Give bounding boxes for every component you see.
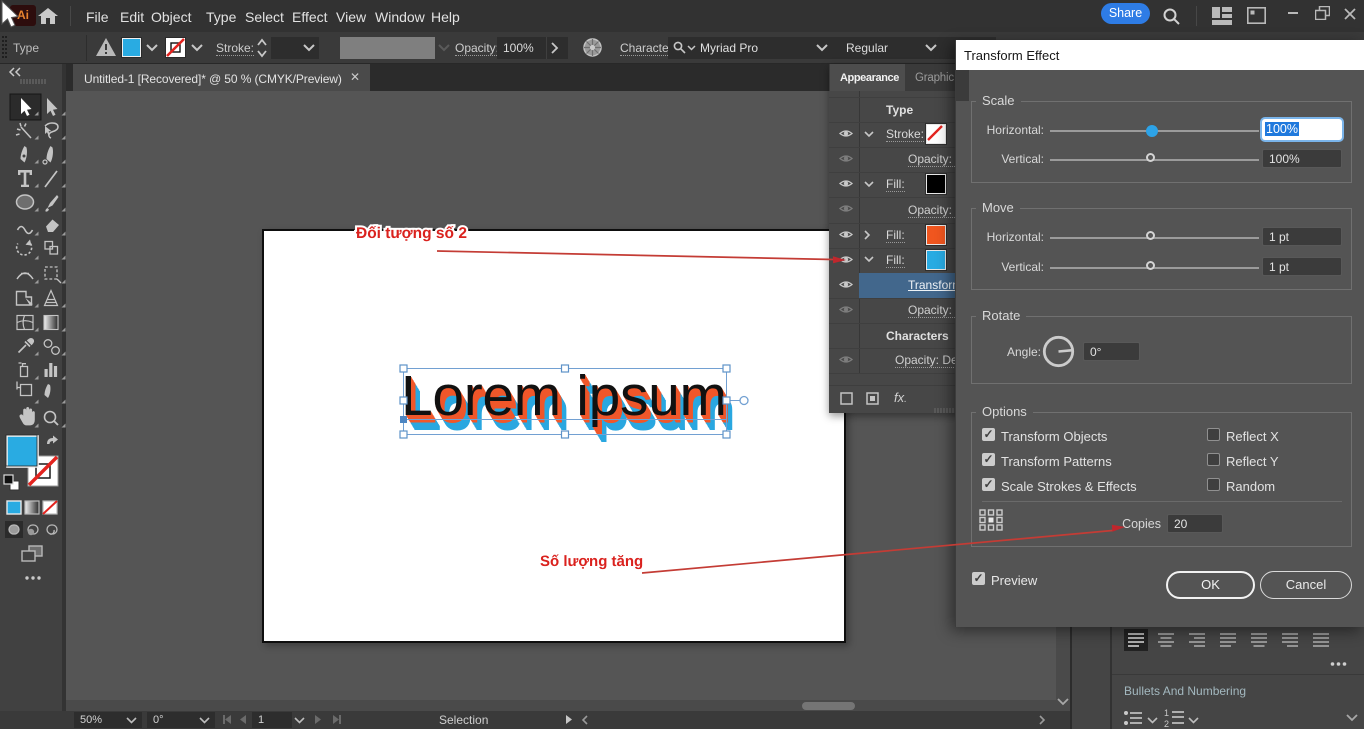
svg-text:Số lượng tăng: Số lượng tăng [540,553,643,570]
svg-text:Đối tượng số 2: Đối tượng số 2 [356,225,467,242]
